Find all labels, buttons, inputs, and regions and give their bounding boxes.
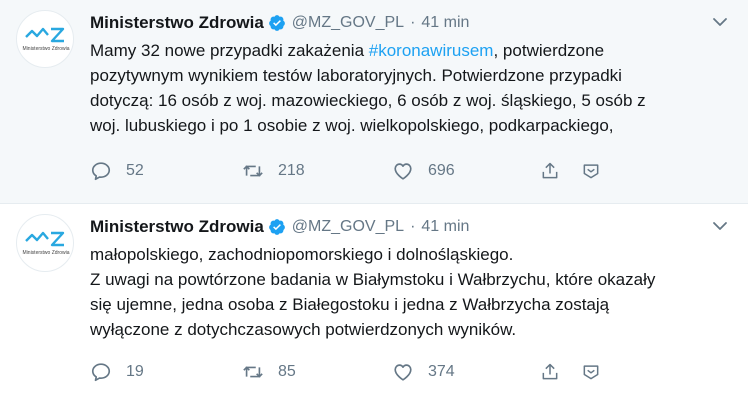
tweet[interactable]: Ministerstwo Zdrowia Ministerstwo Zdrowi…	[0, 204, 748, 403]
text-segment: , potwierdzone	[493, 41, 605, 60]
direct-message-button[interactable]	[581, 359, 601, 385]
direct-message-button[interactable]	[581, 158, 601, 184]
tweet-text-line: woj. lubuskiego i po 1 osobie z woj. wie…	[90, 116, 614, 135]
avatar[interactable]: Ministerstwo Zdrowia	[16, 214, 74, 272]
tweet-text-line: małopolskiego, zachodniopomorskiego i do…	[90, 245, 514, 264]
chevron-down-icon[interactable]	[712, 218, 728, 234]
avatar[interactable]: Ministerstwo Zdrowia	[16, 10, 74, 68]
chevron-down-icon[interactable]	[712, 14, 728, 30]
like-button[interactable]: 374	[392, 359, 455, 385]
tweet-timestamp[interactable]: 41 min	[421, 218, 469, 236]
share-button[interactable]	[540, 359, 560, 385]
tweet-text-line: Z uwagi na powtórzone badania w Białymst…	[90, 270, 656, 289]
retweet-button[interactable]: 218	[242, 158, 305, 184]
tweet-header: Ministerstwo Zdrowia @MZ_GOV_PL · 41 min	[90, 214, 728, 240]
text-segment: Mamy 32 nowe przypadki zakażenia	[90, 41, 369, 60]
heart-icon	[394, 163, 412, 180]
like-button[interactable]: 696	[392, 158, 455, 184]
tweet-header: Ministerstwo Zdrowia @MZ_GOV_PL · 41 min	[90, 10, 728, 36]
avatar-caption: Ministerstwo Zdrowia	[23, 250, 70, 256]
share-icon	[542, 162, 558, 179]
verified-badge-icon	[268, 219, 285, 235]
reply-count: 52	[126, 162, 144, 179]
ministry-of-health-logo: Ministerstwo Zdrowia	[23, 27, 70, 52]
author-name[interactable]: Ministerstwo Zdrowia	[90, 13, 264, 33]
retweet-count: 85	[278, 363, 296, 380]
retweet-icon	[243, 165, 263, 177]
tweet-text-line: wyłączone z dotychczasowych potwierdzony…	[90, 320, 517, 339]
verified-badge-icon	[268, 15, 285, 31]
tweet-text: Mamy 32 nowe przypadki zakażenia #korona…	[90, 38, 740, 138]
tweet-actions: 19 85 374	[90, 359, 610, 385]
share-icon	[542, 363, 558, 380]
reply-icon	[91, 162, 111, 181]
retweet-button[interactable]: 85	[242, 359, 296, 385]
author-handle[interactable]: @MZ_GOV_PL	[292, 218, 404, 236]
retweet-count: 218	[278, 162, 305, 179]
heart-icon	[394, 364, 412, 381]
tweet[interactable]: Ministerstwo Zdrowia Ministerstwo Zdrowi…	[0, 0, 748, 204]
like-count: 696	[428, 162, 455, 179]
reply-button[interactable]: 19	[90, 359, 144, 385]
reply-button[interactable]: 52	[90, 158, 144, 184]
tweet-text-line: dotyczą: 16 osób z woj. mazowieckiego, 6…	[90, 91, 646, 110]
direct-message-icon	[583, 365, 599, 380]
ministry-of-health-logo: Ministerstwo Zdrowia	[23, 231, 70, 256]
tweet-text: małopolskiego, zachodniopomorskiego i do…	[90, 242, 740, 342]
like-count: 374	[428, 363, 455, 380]
reply-icon	[91, 363, 111, 382]
separator-dot: ·	[410, 218, 416, 235]
tweet-text-line: pozytywnym wynikiem testów laboratoryjny…	[90, 66, 622, 85]
tweet-text-line: Mamy 32 nowe przypadki zakażenia #korona…	[90, 38, 740, 63]
reply-count: 19	[126, 363, 144, 380]
hashtag-link[interactable]: #koronawirusem	[369, 41, 494, 60]
author-handle[interactable]: @MZ_GOV_PL	[292, 14, 404, 32]
tweet-text-line: się ujemne, jedna osoba z Białegostoku i…	[90, 295, 610, 314]
separator-dot: ·	[410, 14, 416, 31]
tweet-actions: 52 218 696	[90, 158, 610, 184]
author-name[interactable]: Ministerstwo Zdrowia	[90, 217, 264, 237]
retweet-icon	[243, 366, 263, 378]
tweet-timestamp[interactable]: 41 min	[421, 14, 469, 32]
direct-message-icon	[583, 164, 599, 179]
share-button[interactable]	[540, 158, 560, 184]
avatar-caption: Ministerstwo Zdrowia	[23, 46, 70, 52]
